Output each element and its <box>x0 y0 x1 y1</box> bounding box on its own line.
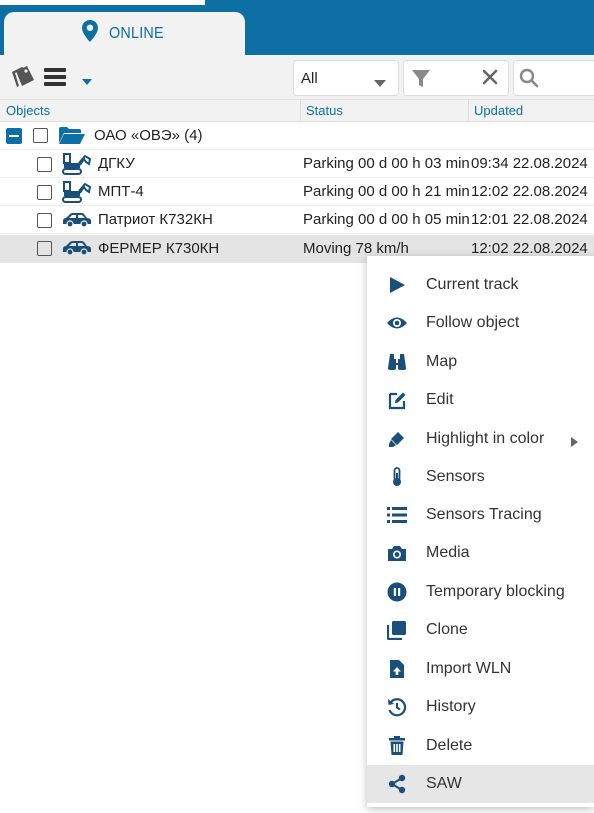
row-status: Parking 00 d 00 h 05 min <box>303 211 470 228</box>
menu-item-label: Current track <box>426 276 519 293</box>
clone-icon <box>386 620 408 640</box>
table-row[interactable]: Патриот К732КН Parking 00 d 00 h 05 min … <box>0 206 594 234</box>
play-icon <box>386 275 408 295</box>
search-icon <box>519 68 539 93</box>
excavator-icon <box>62 153 92 180</box>
menu-item-label: Import WLN <box>426 660 512 677</box>
menu-item-current-track[interactable]: Current track <box>367 266 594 304</box>
list-icon <box>386 505 408 525</box>
menu-item-label: Highlight in color <box>426 430 545 447</box>
menu-item-media[interactable]: Media <box>367 534 594 572</box>
menu-item-sensors[interactable]: Sensors <box>367 458 594 496</box>
collapse-group-icon[interactable] <box>6 128 22 144</box>
menu-item-import-wln[interactable]: Import WLN <box>367 650 594 688</box>
search-input[interactable] <box>544 67 594 89</box>
menu-item-history[interactable]: History <box>367 688 594 726</box>
car-icon <box>61 212 93 233</box>
funnel-icon <box>411 69 431 94</box>
row-object-name: Патриот К732КН <box>98 211 213 228</box>
tab-online[interactable]: ONLINE <box>4 12 245 55</box>
table-row[interactable]: ДГКУ Parking 00 d 00 h 03 min 09:34 22.0… <box>0 150 594 178</box>
table-row[interactable]: МПТ-4 Parking 00 d 00 h 21 min 12:02 22.… <box>0 178 594 206</box>
row-checkbox[interactable] <box>37 157 52 172</box>
eye-icon <box>386 313 408 333</box>
status-filter-select[interactable]: All <box>293 60 399 96</box>
thermometer-icon <box>386 467 408 487</box>
menu-item-label: Media <box>426 544 470 561</box>
menu-item-label: Delete <box>426 737 473 754</box>
tab-online-label: ONLINE <box>109 24 164 42</box>
row-object-name: МПТ-4 <box>98 183 144 200</box>
row-status: Parking 00 d 00 h 03 min <box>303 155 470 172</box>
chevron-right-icon <box>571 434 578 452</box>
context-menu: Current track Follow object Map Edit Hig <box>367 256 594 807</box>
row-updated: 12:01 22.08.2024 <box>471 211 588 228</box>
menu-item-label: Follow object <box>426 314 520 331</box>
edit-icon <box>386 390 408 410</box>
menu-item-temporary-blocking[interactable]: Temporary blocking <box>367 573 594 611</box>
menu-item-label: Sensors <box>426 468 485 485</box>
menu-item-highlight-in-color[interactable]: Highlight in color <box>367 420 594 458</box>
tags-icon[interactable] <box>10 66 36 93</box>
menu-item-saw[interactable]: SAW <box>367 765 594 803</box>
menu-item-label: Edit <box>426 391 454 408</box>
menu-item-label: Map <box>426 353 458 370</box>
menu-item-label: Clone <box>426 621 468 638</box>
column-header-objects[interactable]: Objects <box>6 103 50 118</box>
row-checkbox[interactable] <box>37 185 52 200</box>
menu-item-label: Temporary blocking <box>426 583 565 600</box>
menu-item-label: SAW <box>426 775 462 792</box>
group-row[interactable]: ОАО «ОВЭ» (4) <box>0 122 594 150</box>
chevron-down-icon[interactable] <box>82 72 92 90</box>
column-divider[interactable] <box>300 100 301 122</box>
marker-icon <box>386 429 408 449</box>
history-icon <box>386 697 408 717</box>
row-status: Parking 00 d 00 h 21 min <box>303 183 470 200</box>
column-header-updated[interactable]: Updated <box>474 103 523 118</box>
top-bar-notch <box>0 0 205 5</box>
menu-icon[interactable] <box>44 67 68 92</box>
column-divider[interactable] <box>468 100 469 122</box>
trash-icon <box>386 736 408 756</box>
app-window: ONLINE All Objects Status Updated ОАО «О… <box>0 0 594 813</box>
folder-open-icon <box>59 127 85 149</box>
menu-item-label: Sensors Tracing <box>426 506 542 523</box>
menu-item-edit[interactable]: Edit <box>367 381 594 419</box>
row-updated: 12:02 22.08.2024 <box>471 183 588 200</box>
column-header-status[interactable]: Status <box>306 103 343 118</box>
table-header: Objects Status Updated <box>0 99 594 122</box>
file-upload-icon <box>386 659 408 679</box>
share-icon <box>386 774 408 794</box>
top-bar: ONLINE <box>0 0 594 55</box>
row-object-name: ДГКУ <box>98 155 135 172</box>
menu-item-clone[interactable]: Clone <box>367 611 594 649</box>
menu-item-follow-object[interactable]: Follow object <box>367 304 594 342</box>
row-updated: 09:34 22.08.2024 <box>471 155 588 172</box>
menu-item-label: History <box>426 698 476 715</box>
row-status: Moving 78 km/h <box>303 240 409 257</box>
chevron-down-icon <box>374 74 386 92</box>
row-checkbox[interactable] <box>37 213 52 228</box>
binoculars-icon <box>386 352 408 372</box>
group-checkbox[interactable] <box>33 128 48 143</box>
pause-circle-icon <box>386 582 408 602</box>
car-icon <box>61 240 93 261</box>
menu-item-delete[interactable]: Delete <box>367 727 594 765</box>
search-field[interactable] <box>513 60 594 96</box>
menu-item-map[interactable]: Map <box>367 343 594 381</box>
row-updated: 12:02 22.08.2024 <box>471 240 588 257</box>
camera-icon <box>386 543 408 563</box>
excavator-icon <box>62 181 92 208</box>
menu-item-sensors-tracing[interactable]: Sensors Tracing <box>367 496 594 534</box>
location-pin-icon <box>82 20 99 47</box>
row-object-name: ФЕРМЕР К730КН <box>98 240 220 257</box>
group-label: ОАО «ОВЭ» (4) <box>94 127 203 144</box>
close-icon[interactable] <box>482 69 498 90</box>
status-filter-value: All <box>301 70 318 87</box>
row-checkbox[interactable] <box>37 241 52 256</box>
filter-field[interactable] <box>403 60 509 96</box>
